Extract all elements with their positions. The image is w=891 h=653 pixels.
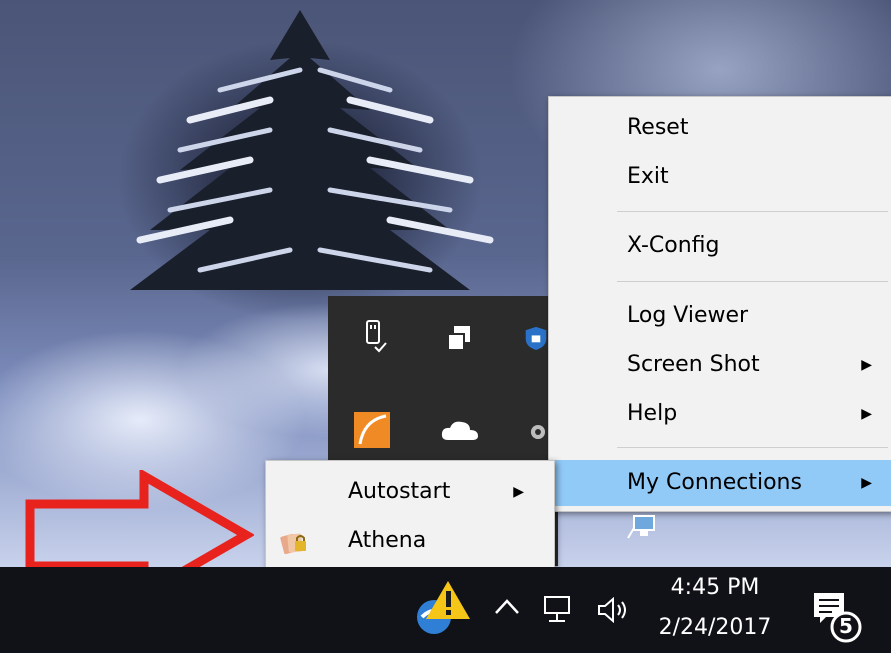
submenu-arrow-icon: ▶ xyxy=(861,475,872,491)
menu-item-label: My Connections xyxy=(627,470,802,495)
clock-date[interactable]: 2/24/2017 xyxy=(645,615,785,640)
submenu-arrow-icon: ▶ xyxy=(513,484,524,500)
submenu-arrow-icon: ▶ xyxy=(861,357,872,373)
notification-count-badge: 5 xyxy=(839,614,853,638)
menu-separator xyxy=(617,447,888,448)
clock-time[interactable]: 4:45 PM xyxy=(650,575,780,600)
menu-separator xyxy=(617,211,888,212)
menu-item-my-connections[interactable]: My Connections ▶ xyxy=(549,460,891,506)
submenu-item-autostart[interactable]: Autostart ▶ xyxy=(266,469,554,515)
usb-eject-icon[interactable] xyxy=(354,316,394,356)
menu-item-label: Exit xyxy=(627,164,669,189)
menu-item-label: Reset xyxy=(627,115,689,140)
submenu-item-label: Autostart xyxy=(348,479,451,504)
onedrive-cloud-icon[interactable] xyxy=(440,410,480,450)
taskbar: 4:45 PM 2/24/2017 5 xyxy=(0,567,891,652)
network-icon[interactable] xyxy=(543,595,577,629)
menu-item-help[interactable]: Help ▶ xyxy=(549,391,891,437)
menu-item-x-config[interactable]: X-Config xyxy=(549,223,891,269)
chevron-up-icon[interactable] xyxy=(494,597,520,619)
submenu-arrow-icon: ▶ xyxy=(861,406,872,422)
update-warning-icon[interactable] xyxy=(412,579,472,641)
copy-windows-icon[interactable] xyxy=(440,318,480,358)
action-center-icon[interactable]: 5 xyxy=(808,587,868,653)
menu-item-screen-shot[interactable]: Screen Shot ▶ xyxy=(549,342,891,388)
volume-icon[interactable] xyxy=(597,596,631,627)
network-monitor-icon[interactable] xyxy=(626,512,658,546)
menu-item-exit[interactable]: Exit xyxy=(549,154,891,200)
menu-item-label: Log Viewer xyxy=(627,303,749,328)
context-menu: Reset Exit X-Config Log Viewer Screen Sh… xyxy=(548,96,891,512)
submenu-item-label: Athena xyxy=(348,528,427,553)
submenu-item-athena[interactable]: Athena xyxy=(266,518,554,564)
menu-item-label: Help xyxy=(627,401,678,426)
menu-item-label: Screen Shot xyxy=(627,352,760,377)
menu-item-reset[interactable]: Reset xyxy=(549,105,891,151)
my-connections-submenu: Autostart ▶ Athena xyxy=(265,460,555,572)
orange-app-icon[interactable] xyxy=(352,410,392,450)
pine-tree-image xyxy=(130,10,494,290)
menu-item-log-viewer[interactable]: Log Viewer xyxy=(549,293,891,339)
menu-separator xyxy=(617,281,888,282)
menu-item-label: X-Config xyxy=(627,233,720,258)
gear-icon[interactable] xyxy=(528,412,548,452)
shield-icon[interactable] xyxy=(524,318,548,358)
